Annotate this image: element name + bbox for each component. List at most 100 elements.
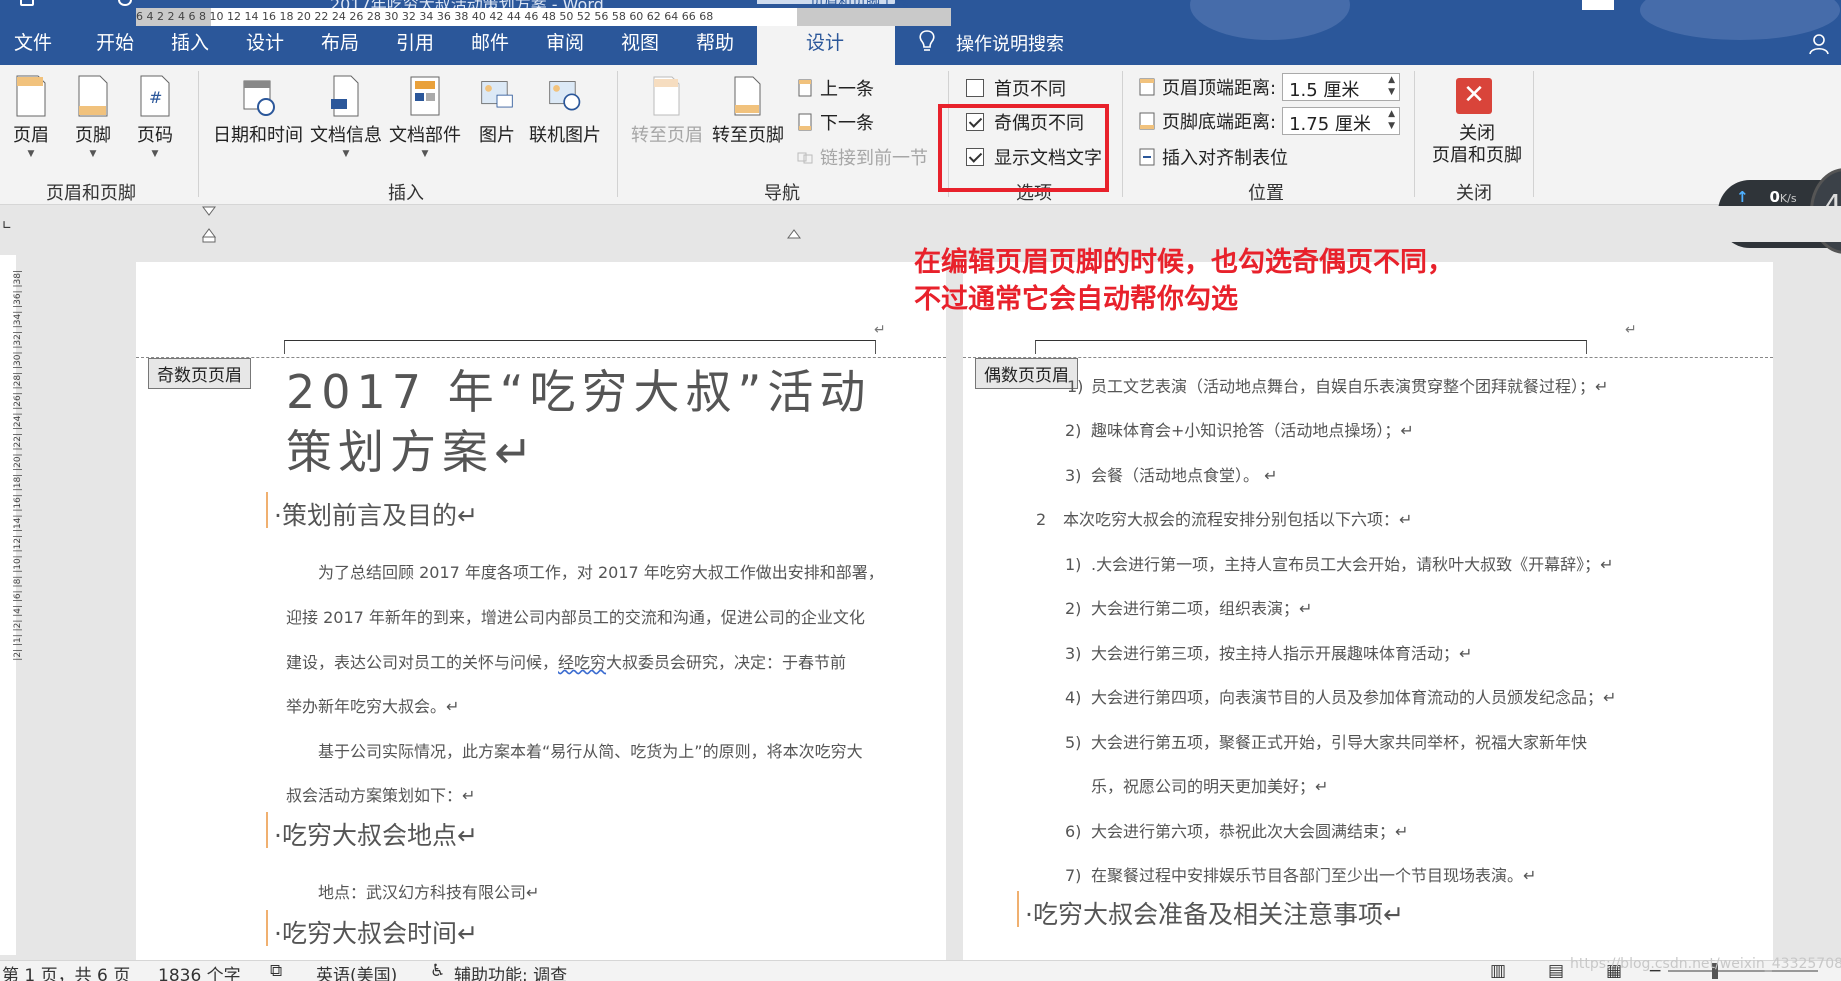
chevron-down-icon: ▼ [89,149,97,159]
tell-me-search[interactable]: 操作说明搜索 [956,30,1064,56]
header-button[interactable]: 页眉 ▼ [10,75,52,159]
list-number: 7) [1065,866,1082,885]
tab-view[interactable]: 视图 [621,28,659,55]
list-item[interactable]: 3) 大会进行第三项，按主持人指示开展趣味体育活动；↵ [1065,640,1472,664]
tab-review[interactable]: 审阅 [546,28,584,55]
right-indent-marker-icon[interactable] [787,226,801,240]
heading-time[interactable]: ·吃穷大叔会时间↵ [274,914,478,950]
goto-header-button[interactable]: 转至页眉 [630,75,704,147]
save-icon[interactable] [20,0,34,6]
list-text: 大会进行第四项，向表演节目的人员及参加体育流动的人员颁发纪念品；↵ [1091,688,1617,707]
tab-mailings[interactable]: 邮件 [471,28,509,55]
list-item[interactable]: 2) 大会进行第二项，组织表演；↵ [1065,595,1312,619]
chevron-down-icon: ▼ [421,149,429,159]
close-header-footer-button[interactable]: 关闭 页眉和页脚 [1424,123,1530,167]
heading-preface[interactable]: ·策划前言及目的↵ [274,496,478,532]
previous-button[interactable]: 上一条 [796,75,874,101]
accessibility-status[interactable]: 辅助功能: 调查 [454,961,567,981]
list-item[interactable]: 7) 在聚餐过程中安排娱乐节目各部门至少出一个节目现场表演。↵ [1065,862,1536,886]
page-count[interactable]: 第 1 页，共 6 页 [2,961,130,981]
next-button[interactable]: 下一条 [796,109,874,135]
tab-help[interactable]: 帮助 [696,28,734,55]
quick-parts-button[interactable]: 文档部件 ▼ [388,75,462,159]
lightbulb-icon [919,30,935,51]
page-number-button[interactable]: # 页码 ▼ [134,75,176,159]
body-line[interactable]: 举办新年吃穷大叔会。↵ [286,693,459,717]
accessibility-icon[interactable]: ♿ [430,961,445,981]
tab-references[interactable]: 引用 [396,28,434,55]
print-layout-icon[interactable]: ▤ [1548,961,1564,981]
language[interactable]: 英语(美国) [316,961,397,981]
insert-alignment-tab-button[interactable]: 插入对齐制表位 [1138,144,1288,170]
list-text: 乐，祝愿公司的明天更加美好；↵ [1091,777,1329,796]
link-to-previous-button[interactable]: 链接到前一节 [796,144,928,170]
list-item[interactable]: 2 本次吃穷大叔会的流程安排分别包括以下六项：↵ [1036,506,1412,530]
page-odd[interactable]: ↵ 奇数页页眉 2017 年“吃穷大叔”活动 策划方案↵ ·策划前言及目的↵ 为… [136,262,946,962]
goto-footer-button[interactable]: 转至页脚 [711,75,785,147]
background-decoration [1190,0,1350,40]
footer-from-bottom-input[interactable]: 1.75 厘米 ▲ ▼ [1282,107,1401,135]
list-item[interactable]: 1) 员工文艺表演（活动地点舞台，自娱自乐表演贯穿整个团拜就餐过程）；↵ [1067,373,1608,397]
body-line[interactable]: 为了总结回顾 2017 年度各项工作，对 2017 年吃穷大叔工作做出安排和部署… [318,559,884,583]
online-picture-button[interactable]: 联机图片 [528,75,602,147]
tab-layout[interactable]: 布局 [321,28,359,55]
header-from-top-input[interactable]: 1.5 厘米 ▲ ▼ [1282,73,1401,101]
annotation-line-1: 在编辑页眉页脚的时候，也勾选奇偶页不同， [914,247,1454,278]
date-time-button[interactable]: 日期和时间 [212,75,304,147]
list-item[interactable]: 乐，祝愿公司的明天更加美好；↵ [1091,773,1328,797]
header-line [284,340,876,354]
highlight-box [938,104,1109,192]
word-count[interactable]: 1836 个字 [158,961,241,981]
tab-insert[interactable]: 插入 [171,28,209,55]
watermark-text: https://blog.csdn.net/weixin_43325708 [1570,956,1841,972]
insert-alignment-tab-label: 插入对齐制表位 [1162,148,1288,169]
upload-speed: ↑ 0K/s [1736,188,1797,206]
redo-icon[interactable] [118,0,132,6]
body-line[interactable]: 地点：武汉幻方科技有限公司↵ [318,879,539,903]
list-text: .大会进行第一项，主持人宣布员工大会开始，请秋叶大叔致《开幕辞》；↵ [1091,555,1614,574]
tab-home[interactable]: 开始 [96,28,134,55]
body-line[interactable]: 迎接 2017 年新年的到来，增进公司内部员工的交流和沟通，促进公司的企业文化 [286,604,865,628]
picture-button[interactable]: 图片 [474,75,520,147]
page-even[interactable]: ↵ 偶数页页眉 1) 员工文艺表演（活动地点舞台，自娱自乐表演贯穿整个团拜就餐过程… [963,262,1773,962]
proofing-icon[interactable]: ⧉ [270,961,282,981]
list-item[interactable]: 5) 大会进行第五项，聚餐正式开始，引导大家共同举杯，祝福大家新年快 [1065,729,1587,753]
page-number-icon: # [140,75,170,117]
indent-marker-icon[interactable] [202,205,216,243]
group-separator [1414,71,1415,197]
footer-button[interactable]: 页脚 ▼ [72,75,114,159]
spin-up-icon[interactable]: ▲ [1388,75,1395,85]
body-line[interactable]: 基于公司实际情况，此方案本着“易行从简、吃货为上”的原则，将本次吃穷大 [318,738,863,762]
document-info-button[interactable]: 文档信息 ▼ [309,75,383,159]
paragraph-mark: ↵ [874,322,886,338]
list-text: 大会进行第三项，按主持人指示开展趣味体育活动；↵ [1091,644,1473,663]
heading-bar [266,812,268,848]
ruler-margin-right [797,8,951,26]
read-mode-icon[interactable]: ▥ [1490,961,1506,981]
body-line[interactable]: 建设，表达公司对员工的关怀与问候，经吃穷大叔委员会研究，决定：于春节前 [286,649,846,673]
group-label-position: 位置 [1248,183,1284,204]
heading-preparation[interactable]: ·吃穷大叔会准备及相关注意事项↵ [1025,895,1404,931]
checkbox[interactable] [966,79,984,97]
body-line[interactable]: 叔会活动方案策划如下：↵ [286,782,475,806]
heading-location[interactable]: ·吃穷大叔会地点↵ [274,816,478,852]
user-icon[interactable] [1808,33,1830,55]
document-title[interactable]: 2017 年“吃穷大叔”活动 策划方案↵ [286,362,886,482]
header-line [1035,340,1587,354]
document-info-icon [331,75,359,117]
spin-down-icon[interactable]: ▼ [1388,87,1395,97]
heading-time-text: 吃穷大叔会时间↵ [281,919,478,948]
list-item[interactable]: 6) 大会进行第六项，恭祝此次大会圆满结束；↵ [1065,818,1408,842]
tab-selector[interactable]: ∟ [2,218,12,232]
grammar-flagged-text[interactable]: 经吃穷 [558,653,606,672]
tab-design[interactable]: 设计 [246,28,284,55]
list-item[interactable]: 1) .大会进行第一项，主持人宣布员工大会开始，请秋叶大叔致《开幕辞》；↵ [1065,551,1614,575]
tab-file[interactable]: 文件 [14,28,52,55]
account-avatar[interactable] [1582,0,1614,10]
spin-down-icon[interactable]: ▼ [1388,121,1395,131]
list-item[interactable]: 2) 趣味体育会+小知识抢答（活动地点操场）；↵ [1065,417,1414,441]
list-item[interactable]: 4) 大会进行第四项，向表演节目的人员及参加体育流动的人员颁发纪念品；↵ [1065,684,1616,708]
different-first-page-checkbox[interactable]: 首页不同 [966,75,1066,101]
spin-up-icon[interactable]: ▲ [1388,109,1395,119]
list-item[interactable]: 3) 会餐（活动地点食堂）。 ↵ [1065,462,1278,486]
